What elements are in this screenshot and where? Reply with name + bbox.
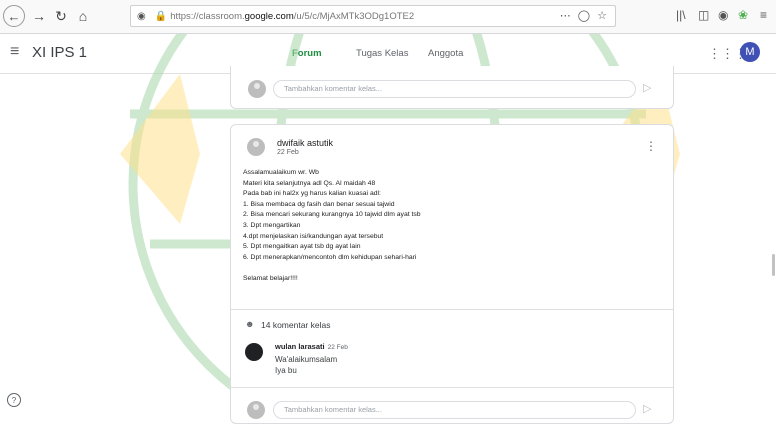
send-icon[interactable]: ▷ <box>643 402 651 415</box>
post-line: 3. Dpt mengartikan <box>243 221 301 229</box>
post-line: Pada bab ini hal2x yg harus kalian kuasa… <box>243 190 381 198</box>
class-title[interactable]: XI IPS 1 <box>32 44 87 61</box>
url-prefix: https://classroom. <box>170 10 245 22</box>
author-avatar <box>247 138 265 156</box>
post-line: 5. Dpt mengaitkan ayat tsb dg ayat lain <box>243 243 361 251</box>
divider <box>231 387 673 388</box>
url-host: google.com <box>244 10 294 22</box>
tab-anggota[interactable]: Anggota <box>428 48 463 59</box>
divider <box>231 309 673 310</box>
post-line: 6. Dpt menerapkan/mencontoh dlm kehidupa… <box>243 253 417 261</box>
avatar <box>247 401 265 419</box>
sidebar-icon[interactable]: ◫ <box>698 8 709 22</box>
avatar <box>248 80 266 98</box>
account-icon[interactable]: ◉ <box>718 8 728 22</box>
comment-line: Iya bu <box>275 366 297 375</box>
hamburger-menu-icon[interactable]: ≡ <box>10 43 19 61</box>
class-comment-input[interactable]: Tambahkan komentar kelas... <box>273 401 636 419</box>
post-author[interactable]: dwifaik astutik <box>277 138 333 148</box>
class-comment-input[interactable]: Tambahkan komentar kelas... <box>273 80 636 98</box>
post-line: 1. Bisa membaca dg fasih dan benar sesua… <box>243 200 395 208</box>
back-arrow-icon[interactable]: ← <box>3 5 25 27</box>
post-line: Materi kita selanjutnya adl Qs. Al maida… <box>243 179 376 187</box>
home-icon[interactable]: ⌂ <box>72 5 94 27</box>
post-card: dwifaik astutik 22 Feb ⋮ Assalamualaikum… <box>230 124 674 424</box>
previous-post-card: Tambahkan komentar kelas... ▷ <box>230 66 674 109</box>
scrollbar[interactable] <box>772 254 775 276</box>
people-icon: ☻ <box>245 319 255 329</box>
comment-date: 22 Feb <box>327 344 348 351</box>
url-path: /u/5/c/MjAxMTk3ODg1OTE2 <box>293 10 415 22</box>
page-actions-icon[interactable]: ⋯ ◯ ☆ <box>560 9 609 22</box>
library-icon[interactable]: ||\ <box>676 8 686 22</box>
post-line: Assalamualaikum wr. Wb <box>243 169 319 176</box>
more-options-icon[interactable]: ⋮ <box>645 139 657 153</box>
extension-icon[interactable]: ❀ <box>738 8 748 22</box>
post-line <box>243 263 421 274</box>
tab-forum[interactable]: Forum <box>292 48 322 59</box>
commenter-avatar <box>245 343 263 361</box>
browser-toolbar: ← → ↻ ⌂ ◉ 🔒 https://classroom. google.com… <box>0 0 776 34</box>
post-line: 2. Bisa mencari sekurang kurangnya 10 ta… <box>243 211 421 219</box>
address-bar[interactable]: ◉ 🔒 https://classroom. google.com/u/5/c/M… <box>130 5 616 27</box>
shield-icon: ◉ <box>137 10 146 22</box>
post-date: 22 Feb <box>277 149 299 156</box>
comment-author: wulan larasati 22 Feb <box>275 342 348 351</box>
post-line: Selamat belajar!!!! <box>243 274 298 282</box>
comment-author-name: wulan larasati <box>275 342 325 351</box>
user-avatar[interactable]: M <box>740 42 760 62</box>
comment-line: Wa'alaikumsalam <box>275 355 338 364</box>
send-icon[interactable]: ▷ <box>643 81 651 94</box>
post-body: Assalamualaikum wr. Wb Materi kita selan… <box>243 168 421 285</box>
comment-count-link[interactable]: 14 komentar kelas <box>261 320 330 330</box>
tab-tugas-kelas[interactable]: Tugas Kelas <box>356 48 408 59</box>
browser-menu-icon[interactable]: ≡ <box>760 8 767 22</box>
comment-text: Wa'alaikumsalam Iya bu <box>275 354 337 376</box>
forward-arrow-icon[interactable]: → <box>28 5 50 27</box>
help-icon[interactable]: ? <box>7 393 21 407</box>
reload-icon[interactable]: ↻ <box>50 5 72 27</box>
lock-icon: 🔒 <box>154 10 168 22</box>
post-line: 4.dpt menjelaskan isi/kandungan ayat ter… <box>243 232 384 240</box>
